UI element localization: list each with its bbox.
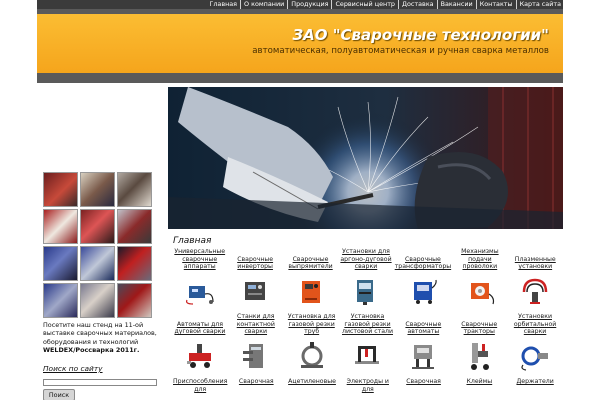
- catalog-row: Универсальные сварочные аппараты Сварочны…: [172, 248, 563, 313]
- catalog-item-link[interactable]: Установки для аргоно-дуговой сварки: [338, 248, 393, 271]
- rectifier-icon[interactable]: [294, 274, 328, 308]
- catalog-item[interactable]: Электроды и для: [340, 378, 396, 393]
- catalog-item-link[interactable]: Универсальные сварочные аппараты: [172, 248, 227, 271]
- catalog-item[interactable]: Сварочные трансформаторы: [394, 248, 452, 313]
- catalog-item[interactable]: Ацетиленовые: [284, 378, 340, 390]
- exhibition-photo[interactable]: [43, 246, 78, 281]
- catalog-item-link[interactable]: Установка газовой резки листовой стали: [340, 313, 396, 336]
- catalog-item[interactable]: Сварочные автоматы: [395, 313, 451, 378]
- catalog-item[interactable]: Сварочные выпрямители: [283, 248, 338, 313]
- exhibition-photo[interactable]: [43, 209, 78, 244]
- exhibition-photo[interactable]: [80, 209, 115, 244]
- catalog-item-link[interactable]: Плазменные установки: [508, 248, 563, 271]
- catalog-item[interactable]: Клеймы: [451, 378, 507, 390]
- exhibition-photo[interactable]: [117, 246, 152, 281]
- header-bottom-strip: [37, 73, 563, 83]
- exhibition-notice: Посетите наш стенд на 11-ой выставке сва…: [43, 321, 157, 354]
- welding-image: [168, 87, 563, 229]
- catalog-item-link[interactable]: Сварочные выпрямители: [283, 248, 338, 271]
- exhibition-photo-grid: [43, 172, 155, 318]
- spot-welder-icon[interactable]: [239, 339, 273, 373]
- catalog-item-link[interactable]: Сварочная: [228, 378, 284, 390]
- plasma-unit-icon[interactable]: [518, 274, 552, 308]
- nav-link[interactable]: Сервисный центр: [331, 0, 395, 9]
- catalog-item-link[interactable]: Станки для контактной сварки: [228, 313, 284, 336]
- nav-link[interactable]: Карта сайта: [515, 0, 561, 9]
- exhibition-photo[interactable]: [80, 246, 115, 281]
- catalog-item[interactable]: Установка для газовой резки труб: [284, 313, 340, 378]
- exhibition-photo[interactable]: [43, 283, 78, 318]
- exhibition-photo[interactable]: [117, 172, 152, 207]
- exhibition-photo[interactable]: [80, 283, 115, 318]
- inverter-icon[interactable]: [238, 274, 272, 308]
- catalog-item-link[interactable]: Сварочные трансформаторы: [394, 248, 452, 271]
- exhibition-photo[interactable]: [117, 209, 152, 244]
- catalog-item-link[interactable]: Электроды и для: [340, 378, 396, 393]
- arc-welding-tractor-icon[interactable]: [183, 339, 217, 373]
- nav-link[interactable]: О компании: [240, 0, 284, 9]
- catalog-item-link[interactable]: Сварочная: [396, 378, 452, 390]
- welding-machine-set-icon[interactable]: [183, 274, 217, 308]
- catalog-row: Приспособления для Сварочная Ацетиленовые Э…: [172, 378, 563, 393]
- wire-feeder-icon[interactable]: [463, 274, 497, 308]
- hero-welding-photo: [168, 87, 563, 229]
- catalog-item-link[interactable]: Сварочные тракторы: [451, 313, 507, 336]
- catalog-item-link[interactable]: Приспособления для: [172, 378, 228, 393]
- catalog-item-link[interactable]: Установки орбитальной сварки: [507, 313, 563, 336]
- catalog-item[interactable]: Механизмы подачи проволоки: [452, 248, 507, 313]
- nav-link[interactable]: Вакансии: [436, 0, 473, 9]
- nav-link[interactable]: Доставка: [398, 0, 434, 9]
- search-input[interactable]: [43, 379, 157, 386]
- catalog-item[interactable]: Сварочная: [228, 378, 284, 390]
- catalog-item-link[interactable]: Сварочные автоматы: [395, 313, 451, 336]
- product-catalog: Универсальные сварочные аппараты Сварочны…: [172, 248, 563, 393]
- catalog-item[interactable]: Универсальные сварочные аппараты: [172, 248, 227, 313]
- catalog-item[interactable]: Сварочные инверторы: [227, 248, 282, 313]
- catalog-item-link[interactable]: Держатели: [507, 378, 563, 390]
- exhibition-photo[interactable]: [117, 283, 152, 318]
- catalog-item[interactable]: Установка газовой резки листовой стали: [340, 313, 396, 378]
- catalog-item[interactable]: Приспособления для: [172, 378, 228, 393]
- exhibition-photo[interactable]: [43, 172, 78, 207]
- catalog-item[interactable]: Держатели: [507, 378, 563, 390]
- site-title: ЗАО "Сварочные технологии": [292, 26, 549, 44]
- welding-automat-icon[interactable]: [406, 339, 440, 373]
- catalog-item[interactable]: Сварочная: [396, 378, 452, 390]
- sheet-cutter-icon[interactable]: [350, 339, 384, 373]
- catalog-item-link[interactable]: Ацетиленовые: [284, 378, 340, 390]
- welding-tractor-icon[interactable]: [462, 339, 496, 373]
- header-banner: ЗАО "Сварочные технологии" автоматическа…: [37, 14, 563, 73]
- catalog-row: Автоматы для дуговой сварки Станки для ко…: [172, 313, 563, 378]
- catalog-item[interactable]: Станки для контактной сварки: [228, 313, 284, 378]
- search-button[interactable]: Поиск: [43, 389, 75, 400]
- catalog-item-link[interactable]: Автоматы для дуговой сварки: [172, 313, 228, 336]
- transformer-icon[interactable]: [406, 274, 440, 308]
- catalog-item[interactable]: Плазменные установки: [508, 248, 563, 313]
- nav-link[interactable]: Контакты: [475, 0, 513, 9]
- exhibition-photo[interactable]: [80, 172, 115, 207]
- page-title: Главная: [173, 236, 212, 246]
- site-subtitle: автоматическая, полуавтоматическая и руч…: [252, 46, 549, 56]
- pipe-cutter-icon[interactable]: [295, 339, 329, 373]
- catalog-item[interactable]: Сварочные тракторы: [451, 313, 507, 378]
- search-title[interactable]: Поиск по сайту: [43, 364, 103, 373]
- nav-link[interactable]: Продукция: [287, 0, 328, 9]
- catalog-item-link[interactable]: Клеймы: [451, 378, 507, 390]
- catalog-item[interactable]: Автоматы для дуговой сварки: [172, 313, 228, 378]
- exhibition-name: WELDEX/Россварка 2011г.: [43, 345, 140, 354]
- top-navigation: Главная О компании Продукция Сервисный цент…: [37, 0, 563, 9]
- exhibition-text: Посетите наш стенд на 11-ой выставке сва…: [43, 321, 157, 346]
- catalog-item-link[interactable]: Механизмы подачи проволоки: [452, 248, 507, 271]
- argon-unit-icon[interactable]: [349, 274, 383, 308]
- catalog-item[interactable]: Установки орбитальной сварки: [507, 313, 563, 378]
- catalog-item-link[interactable]: Установка для газовой резки труб: [284, 313, 340, 336]
- orbital-welder-icon[interactable]: [518, 339, 552, 373]
- catalog-item[interactable]: Установки для аргоно-дуговой сварки: [338, 248, 393, 313]
- catalog-item-link[interactable]: Сварочные инверторы: [227, 248, 282, 271]
- nav-link[interactable]: Главная: [209, 0, 237, 9]
